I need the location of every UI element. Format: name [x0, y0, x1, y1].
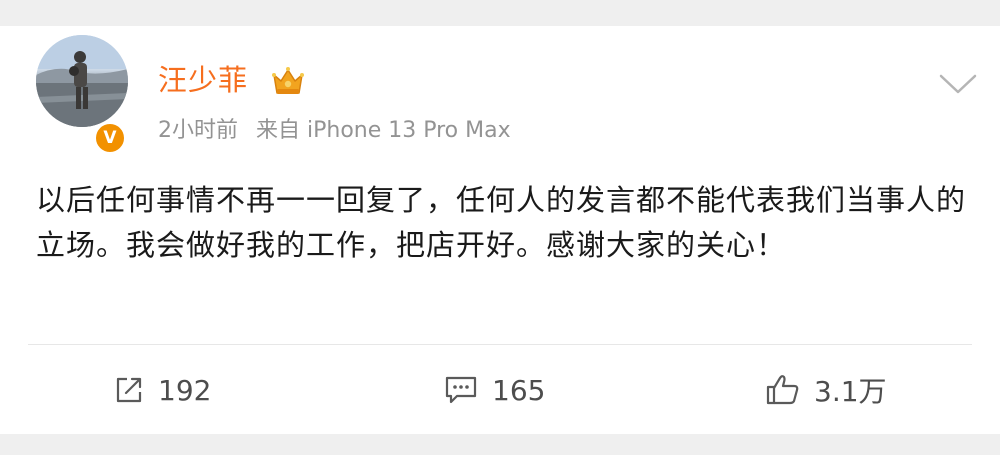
comment-icon	[445, 376, 477, 404]
avatar-photo	[36, 35, 128, 127]
repost-icon	[116, 377, 142, 403]
like-count: 3.1万	[814, 375, 887, 408]
post-time: 2小时前	[158, 118, 238, 143]
divider	[28, 344, 972, 345]
crown-icon[interactable]	[270, 63, 306, 99]
verified-badge: V	[93, 121, 127, 155]
comment-count: 165	[492, 373, 546, 407]
top-gap	[0, 0, 1000, 26]
repost-count: 192	[158, 373, 212, 407]
avatar[interactable]	[36, 35, 128, 127]
author-name[interactable]: 汪少菲	[158, 62, 248, 98]
comment-button[interactable]: 165	[444, 370, 545, 410]
post-meta: 2小时前 来自 iPhone 13 Pro Max	[158, 116, 511, 146]
repost-button[interactable]: 192	[114, 370, 211, 410]
bottom-gap	[0, 434, 1000, 455]
like-button[interactable]: 3.1万	[766, 370, 887, 410]
post-content: 以后任何事情不再一一回复了，任何人的发言都不能代表我们当事人的立场。我会做好我的…	[36, 183, 967, 262]
chevron-down-icon[interactable]	[938, 72, 978, 96]
like-icon	[766, 375, 799, 405]
post-source: 来自 iPhone 13 Pro Max	[256, 118, 511, 143]
